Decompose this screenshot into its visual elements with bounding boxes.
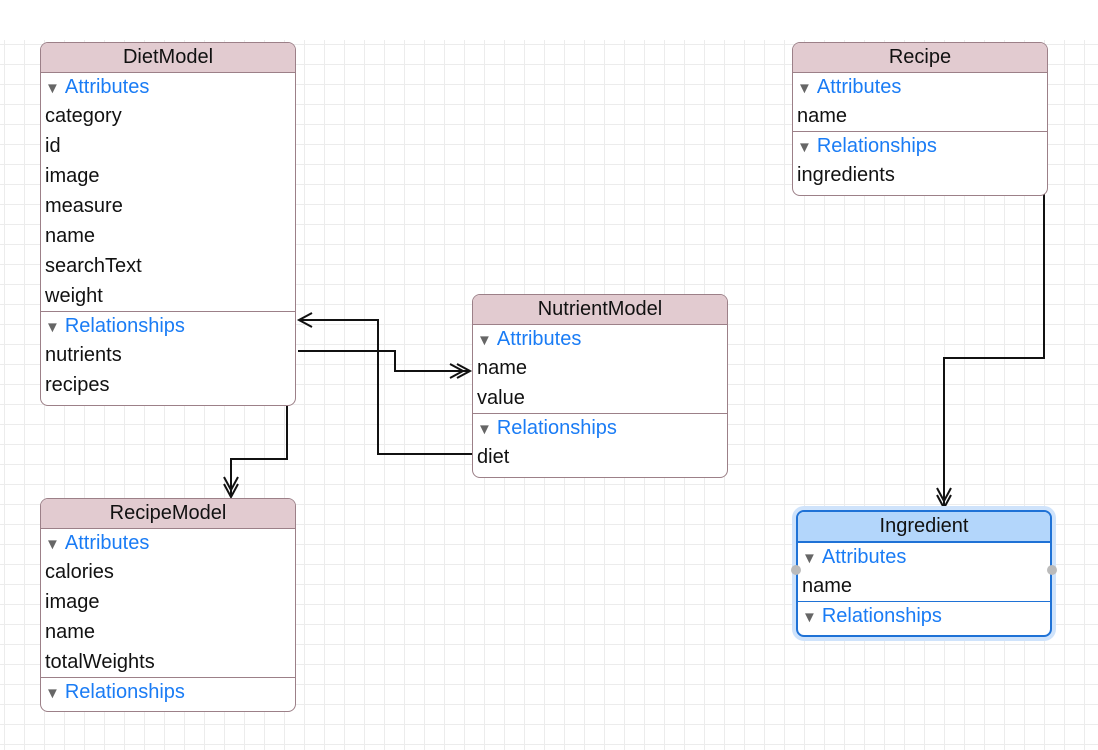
link-nutrient-diet [299, 319, 472, 455]
disclosure-triangle-icon[interactable]: ▼ [802, 609, 817, 626]
resize-handle-left[interactable] [791, 565, 801, 575]
disclosure-triangle-icon[interactable]: ▼ [797, 80, 812, 97]
attribute-item[interactable]: name [473, 353, 727, 383]
entity-title[interactable]: Recipe [793, 43, 1047, 73]
attributes-section[interactable]: ▼ Attributes [473, 325, 727, 353]
section-label: Attributes [816, 76, 902, 98]
attribute-item[interactable]: name [41, 617, 295, 647]
attribute-item[interactable]: image [41, 587, 295, 617]
attribute-item[interactable]: totalWeights [41, 647, 295, 677]
relationships-section[interactable]: ▼ Relationships [41, 677, 295, 706]
section-label: Relationships [821, 605, 942, 627]
disclosure-triangle-icon[interactable]: ▼ [797, 139, 812, 156]
relationship-item[interactable]: diet [473, 442, 727, 472]
entity-title[interactable]: Ingredient [798, 512, 1050, 543]
attribute-item[interactable]: name [793, 101, 1047, 131]
attribute-item[interactable]: image [41, 161, 295, 191]
attribute-item[interactable]: measure [41, 191, 295, 221]
section-label: Attributes [64, 76, 150, 98]
section-label: Attributes [496, 328, 582, 350]
relationship-item[interactable]: recipes [41, 370, 295, 400]
entity-recipe[interactable]: Recipe ▼ Attributes name ▼ Relationships i… [792, 42, 1048, 196]
link-diet-nutrients [298, 350, 470, 372]
relationships-section[interactable]: ▼ Relationships [798, 601, 1050, 630]
link-diet-recipes [230, 402, 288, 496]
relationship-item[interactable]: nutrients [41, 340, 295, 370]
entity-nutrientmodel[interactable]: NutrientModel ▼ Attributes name value ▼ Re… [472, 294, 728, 478]
disclosure-triangle-icon[interactable]: ▼ [45, 685, 60, 702]
attribute-item[interactable]: name [798, 571, 1050, 601]
disclosure-triangle-icon[interactable]: ▼ [477, 332, 492, 349]
section-label: Relationships [816, 135, 937, 157]
disclosure-triangle-icon[interactable]: ▼ [45, 536, 60, 553]
entity-ingredient-selected[interactable]: Ingredient ▼ Attributes name ▼ Relationshi… [796, 510, 1052, 637]
relationships-section[interactable]: ▼ Relationships [41, 311, 295, 340]
section-label: Relationships [64, 315, 185, 337]
relationship-item[interactable]: ingredients [793, 160, 1047, 190]
section-label: Attributes [821, 546, 907, 568]
attribute-item[interactable]: id [41, 131, 295, 161]
resize-handle-right[interactable] [1047, 565, 1057, 575]
attribute-item[interactable]: weight [41, 281, 295, 311]
attribute-item[interactable]: searchText [41, 251, 295, 281]
entity-title[interactable]: DietModel [41, 43, 295, 73]
section-label: Attributes [64, 532, 150, 554]
attribute-item[interactable]: name [41, 221, 295, 251]
attribute-item[interactable]: calories [41, 557, 295, 587]
disclosure-triangle-icon[interactable]: ▼ [802, 550, 817, 567]
attributes-section[interactable]: ▼ Attributes [793, 73, 1047, 101]
entity-recipemodel[interactable]: RecipeModel ▼ Attributes calories image n… [40, 498, 296, 712]
attributes-section[interactable]: ▼ Attributes [798, 543, 1050, 571]
attribute-item[interactable]: value [473, 383, 727, 413]
disclosure-triangle-icon[interactable]: ▼ [477, 421, 492, 438]
section-label: Relationships [64, 681, 185, 703]
entity-title[interactable]: RecipeModel [41, 499, 295, 529]
disclosure-triangle-icon[interactable]: ▼ [45, 319, 60, 336]
section-label: Relationships [496, 417, 617, 439]
relationships-section[interactable]: ▼ Relationships [473, 413, 727, 442]
link-recipe-ingredients [943, 190, 1045, 507]
attribute-item[interactable]: category [41, 101, 295, 131]
attributes-section[interactable]: ▼ Attributes [41, 529, 295, 557]
relationships-section[interactable]: ▼ Relationships [793, 131, 1047, 160]
entity-title[interactable]: NutrientModel [473, 295, 727, 325]
attributes-section[interactable]: ▼ Attributes [41, 73, 295, 101]
disclosure-triangle-icon[interactable]: ▼ [45, 80, 60, 97]
entity-dietmodel[interactable]: DietModel ▼ Attributes category id image … [40, 42, 296, 406]
